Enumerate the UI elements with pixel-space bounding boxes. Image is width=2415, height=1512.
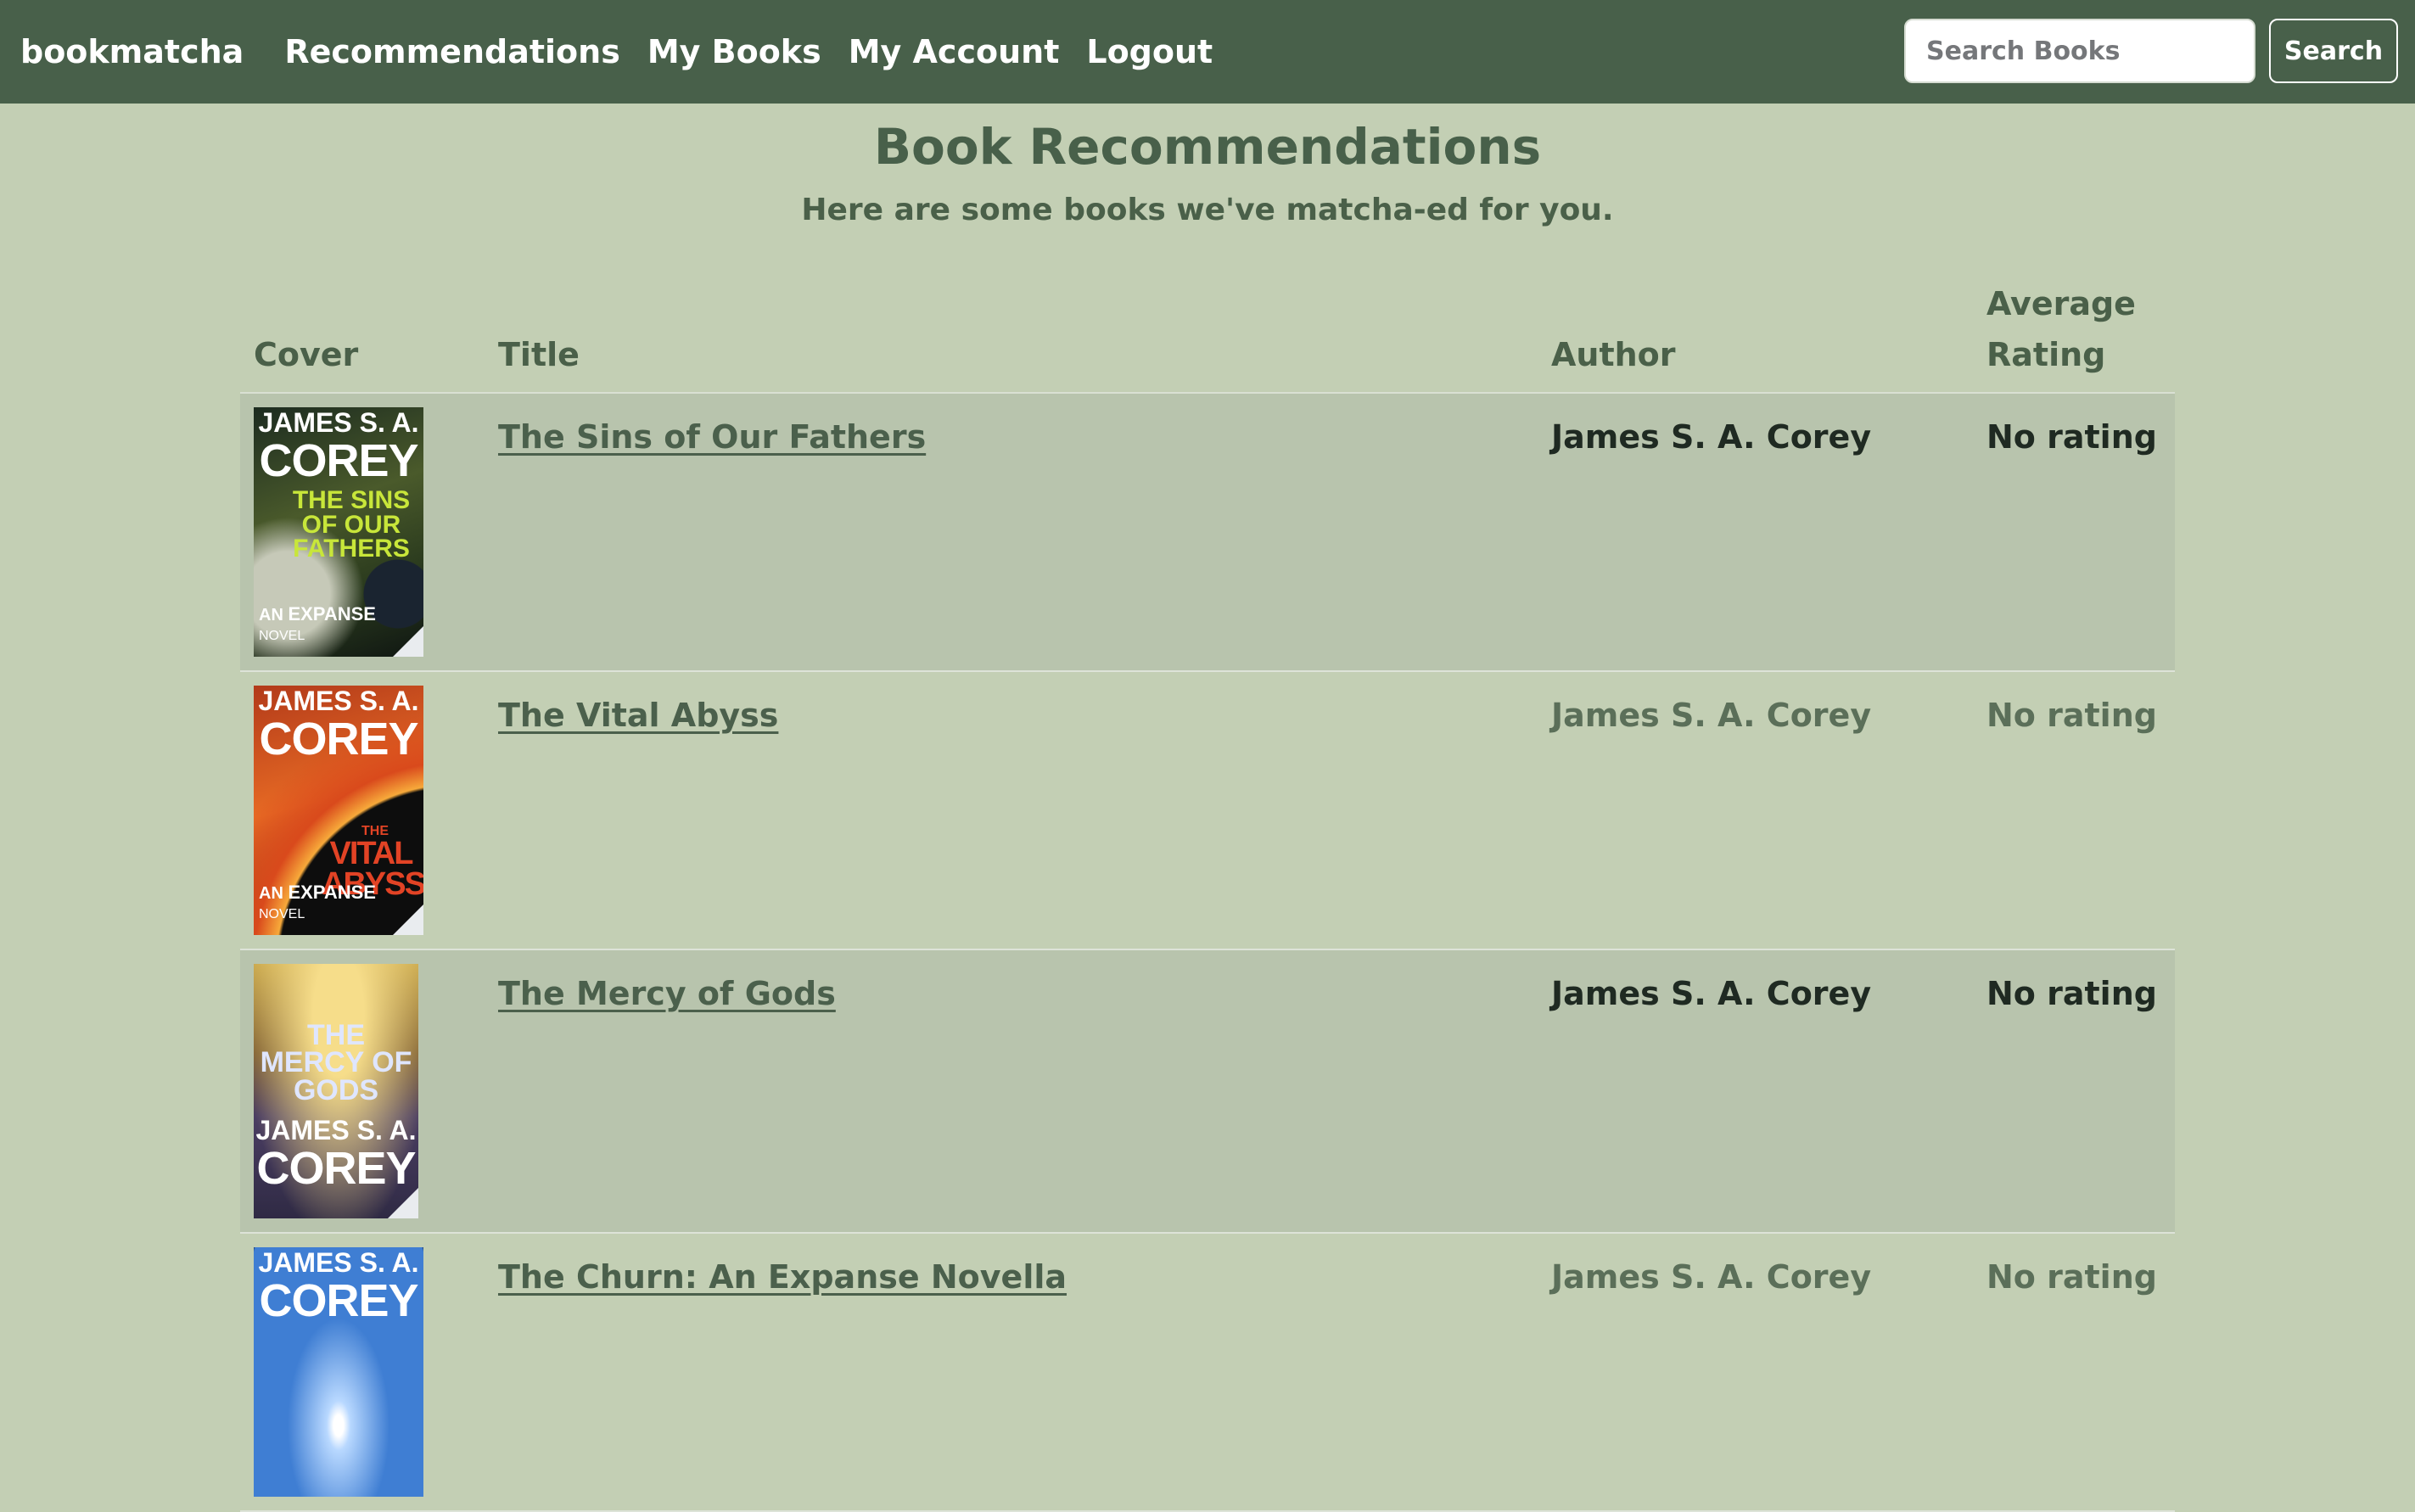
table-row: JAMES S. A. COREY The Churn: An Expanse … — [240, 1233, 2175, 1512]
book-cover-image[interactable]: THE MERCY OF GODS JAMES S. A. COREY — [254, 964, 418, 1218]
title-cell: The Churn: An Expanse Novella — [485, 1233, 1538, 1512]
search-form: Search — [1904, 19, 2398, 83]
book-title-link[interactable]: The Sins of Our Fathers — [498, 418, 926, 456]
rating-cell: No rating — [1973, 949, 2175, 1234]
book-title-link[interactable]: The Churn: An Expanse Novella — [498, 1258, 1067, 1296]
page-subtitle: Here are some books we've matcha-ed for … — [801, 193, 1614, 227]
cover-author-text: JAMES S. A. COREY — [258, 1247, 419, 1326]
book-cover-image[interactable]: JAMES S. A. COREY THE VITAL ABYSS AN EXP… — [254, 686, 423, 935]
nav-link-recommendations[interactable]: Recommendations — [284, 33, 620, 70]
book-title-link[interactable]: The Vital Abyss — [498, 697, 778, 734]
nav-link-logout[interactable]: Logout — [1086, 33, 1213, 70]
column-header-cover: Cover — [240, 278, 485, 394]
title-cell: The Mercy of Gods — [485, 949, 1538, 1234]
table-header-row: Cover Title Author Average Rating — [240, 278, 2175, 394]
cover-author-text: JAMES S. A. COREY — [258, 407, 419, 486]
rating-cell: No rating — [1973, 671, 2175, 950]
book-cover-image[interactable]: JAMES S. A. COREY THE SINS OF OUR FATHER… — [254, 407, 423, 657]
nav-links: Recommendations My Books My Account Logo… — [284, 33, 1213, 70]
author-cell: James S. A. Corey — [1538, 949, 1973, 1234]
column-header-rating-line1: Average — [1986, 285, 2136, 322]
cover-page-curl — [393, 626, 423, 657]
title-cell: The Sins of Our Fathers — [485, 393, 1538, 672]
recommendations-table: Cover Title Author Average Rating JAMES S… — [240, 278, 2175, 1512]
cover-cell: JAMES S. A. COREY THE VITAL ABYSS AN EXP… — [240, 671, 485, 950]
cover-page-curl — [393, 904, 423, 935]
cover-book-title: THE MERCY OF GODS — [260, 1019, 412, 1106]
cover-cell: THE MERCY OF GODS JAMES S. A. COREY — [240, 949, 485, 1234]
search-input[interactable] — [1904, 19, 2255, 83]
book-title-link[interactable]: The Mercy of Gods — [498, 975, 836, 1012]
column-header-title: Title — [485, 278, 1538, 394]
table-row: JAMES S. A. COREY THE VITAL ABYSS AN EXP… — [240, 671, 2175, 950]
column-header-author: Author — [1538, 278, 1973, 394]
author-cell: James S. A. Corey — [1538, 1233, 1973, 1512]
cover-cell: JAMES S. A. COREY — [240, 1233, 485, 1512]
navbar: bookmatcha Recommendations My Books My A… — [0, 0, 2415, 104]
brand-logo-link[interactable]: bookmatcha — [20, 33, 244, 70]
nav-link-my-books[interactable]: My Books — [647, 33, 821, 70]
cover-author-text: JAMES S. A. COREY — [258, 686, 419, 764]
title-cell: The Vital Abyss — [485, 671, 1538, 950]
cover-cell: JAMES S. A. COREY THE SINS OF OUR FATHER… — [240, 393, 485, 672]
rating-cell: No rating — [1973, 1233, 2175, 1512]
page-title: Book Recommendations — [873, 118, 1542, 176]
main-content: Book Recommendations Here are some books… — [240, 104, 2175, 1512]
nav-link-my-account[interactable]: My Account — [849, 33, 1060, 70]
table-row: JAMES S. A. COREY THE SINS OF OUR FATHER… — [240, 393, 2175, 672]
cover-book-title: THE SINS OF OUR FATHERS — [292, 486, 411, 563]
column-header-average-rating: Average Rating — [1973, 278, 2175, 394]
cover-page-curl — [388, 1188, 418, 1218]
table-row: THE MERCY OF GODS JAMES S. A. COREY The … — [240, 949, 2175, 1234]
rating-cell: No rating — [1973, 393, 2175, 672]
author-cell: James S. A. Corey — [1538, 671, 1973, 950]
book-cover-image[interactable]: JAMES S. A. COREY — [254, 1247, 423, 1497]
search-button[interactable]: Search — [2269, 19, 2398, 83]
column-header-rating-line2: Rating — [1986, 336, 2106, 373]
author-cell: James S. A. Corey — [1538, 393, 1973, 672]
cover-author-text: JAMES S. A. COREY — [255, 1115, 417, 1194]
